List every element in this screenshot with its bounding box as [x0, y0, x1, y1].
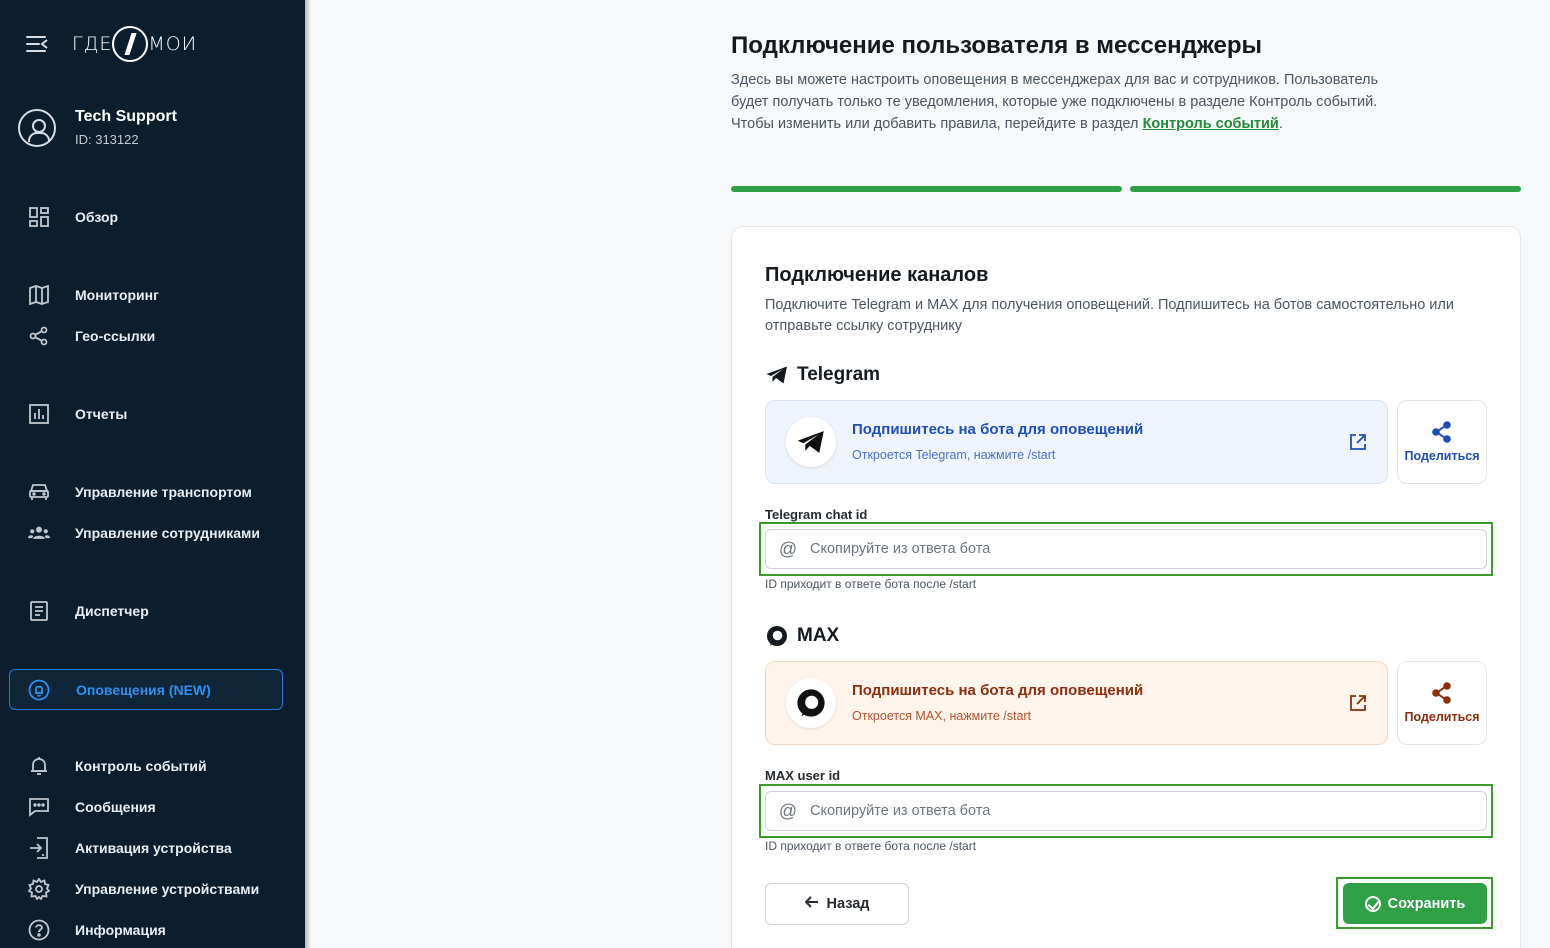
sidebar-item-label: Диспетчер	[75, 603, 149, 619]
check-circle-icon	[1364, 895, 1381, 912]
external-link-icon	[1350, 695, 1366, 711]
page-description: Здесь вы можете настроить оповещения в м…	[731, 72, 1379, 132]
avatar-icon	[18, 108, 56, 147]
sidebar-item-event-control[interactable]: Контроль событий	[0, 746, 305, 786]
telegram-logo-icon	[786, 417, 836, 467]
people-icon	[28, 522, 50, 544]
share-icon	[1432, 421, 1451, 443]
sidebar-item-employees[interactable]: Управление сотрудниками	[0, 513, 305, 553]
sidebar-item-label: Гео-ссылки	[75, 328, 156, 344]
sidebar-item-label: Обзор	[75, 209, 119, 225]
progress-step-2	[1130, 186, 1521, 192]
at-icon	[28, 679, 50, 701]
share-label: Поделиться	[1404, 449, 1480, 463]
share-icon	[1432, 682, 1451, 704]
share-label: Поделиться	[1404, 710, 1480, 724]
telegram-subscribe-hint: Откроется Telegram, нажмите /start	[852, 448, 1056, 462]
back-button[interactable]: Назад	[765, 883, 909, 925]
card-description: Подключите Telegram и MAX для получения …	[765, 297, 1454, 334]
sidebar-shadow	[305, 0, 311, 948]
app-logo[interactable]: ГДЕ МОИ	[72, 24, 197, 64]
bell-icon	[28, 755, 50, 777]
sidebar-item-label: Информация	[75, 922, 166, 938]
max-field-hint: ID приходит в ответе бота после /start	[765, 839, 977, 853]
at-icon: @	[778, 800, 798, 821]
telegram-chat-id-input[interactable]	[810, 541, 1450, 557]
max-icon	[765, 624, 789, 648]
telegram-subscribe-link[interactable]: Подпишитесь на бота для оповещений Откро…	[765, 400, 1388, 484]
sidebar-item-label: Активация устройства	[75, 840, 232, 856]
help-icon	[28, 919, 50, 941]
sidebar-item-vehicles[interactable]: Управление транспортом	[0, 472, 305, 512]
max-logo-icon	[786, 678, 836, 728]
channels-card: Подключение каналов Подключите Telegram …	[731, 226, 1521, 948]
user-name: Tech Support	[75, 108, 177, 125]
save-button[interactable]: Сохранить	[1343, 883, 1487, 924]
progress-step-1	[731, 186, 1122, 192]
chat-icon	[28, 796, 50, 818]
max-user-id-input[interactable]	[810, 803, 1450, 819]
car-icon	[28, 481, 50, 503]
step-progress-bar	[731, 186, 1521, 192]
max-subscribe-hint: Откроется MAX, нажмите /start	[852, 709, 1032, 723]
gear-icon	[28, 878, 50, 900]
chart-icon	[28, 403, 50, 425]
arrow-left-icon	[804, 895, 819, 913]
sidebar-item-label: Отчеты	[75, 406, 128, 422]
sidebar-item-monitoring[interactable]: Мониторинг	[0, 275, 305, 315]
telegram-subscribe-title: Подпишитесь на бота для оповещений	[852, 421, 1144, 438]
sidebar-item-device-management[interactable]: Управление устройствами	[0, 869, 305, 909]
telegram-field-hint: ID приходит в ответе бота после /start	[765, 577, 977, 591]
sidebar-item-label: Контроль событий	[75, 758, 207, 774]
telegram-chat-id-field[interactable]: @	[765, 529, 1487, 569]
menu-collapse-icon[interactable]	[26, 36, 48, 52]
telegram-header: Telegram	[765, 363, 880, 387]
external-link-icon	[1350, 434, 1366, 450]
user-id: ID: 313122	[75, 132, 139, 147]
map-icon	[28, 284, 50, 306]
back-label: Назад	[826, 896, 870, 912]
sidebar-item-label: Управление устройствами	[75, 881, 260, 897]
sidebar: ГДЕ МОИ Tech Support ID: 313122 Обзор Мо…	[0, 0, 305, 948]
telegram-title: Telegram	[797, 364, 881, 385]
sidebar-item-label: Мониторинг	[75, 287, 159, 303]
sidebar-item-device-activation[interactable]: Активация устройства	[0, 828, 305, 868]
telegram-chat-id-label: Telegram chat id	[765, 507, 868, 522]
page-title: Подключение пользователя в мессенджеры	[731, 32, 1263, 59]
save-label: Сохранить	[1387, 895, 1466, 912]
logo-pin-icon	[112, 26, 149, 62]
sidebar-item-messages[interactable]: Сообщения	[0, 787, 305, 827]
telegram-icon	[765, 363, 789, 387]
login-icon	[28, 837, 50, 859]
at-icon: @	[778, 538, 798, 559]
max-share-button[interactable]: Поделиться	[1397, 661, 1487, 745]
card-title: Подключение каналов	[765, 264, 989, 286]
user-profile[interactable]: Tech Support ID: 313122	[18, 108, 177, 147]
max-user-id-label: MAX user id	[765, 768, 841, 783]
sidebar-item-label: Управление сотрудниками	[75, 525, 260, 541]
max-title: MAX	[797, 625, 840, 646]
sidebar-item-geo-links[interactable]: Гео-ссылки	[0, 316, 305, 356]
share-icon	[28, 325, 50, 347]
sidebar-item-information[interactable]: Информация	[0, 910, 305, 948]
document-icon	[28, 600, 50, 622]
sidebar-item-label: Управление транспортом	[75, 484, 252, 500]
sidebar-item-reports[interactable]: Отчеты	[0, 394, 305, 434]
sidebar-item-label: Сообщения	[75, 799, 156, 815]
sidebar-item-overview[interactable]: Обзор	[0, 197, 305, 237]
event-control-link[interactable]: Контроль событий	[1143, 116, 1279, 132]
max-user-id-field[interactable]: @	[765, 791, 1487, 831]
sidebar-item-dispatcher[interactable]: Диспетчер	[0, 591, 305, 631]
max-subscribe-title: Подпишитесь на бота для оповещений	[852, 682, 1144, 699]
sidebar-item-notifications[interactable]: Оповещения (NEW)	[9, 669, 283, 710]
max-header: MAX	[765, 624, 839, 648]
sidebar-item-label: Оповещения (NEW)	[76, 681, 211, 698]
dashboard-icon	[28, 206, 50, 228]
telegram-share-button[interactable]: Поделиться	[1397, 400, 1487, 484]
max-subscribe-link[interactable]: Подпишитесь на бота для оповещений Откро…	[765, 661, 1388, 745]
